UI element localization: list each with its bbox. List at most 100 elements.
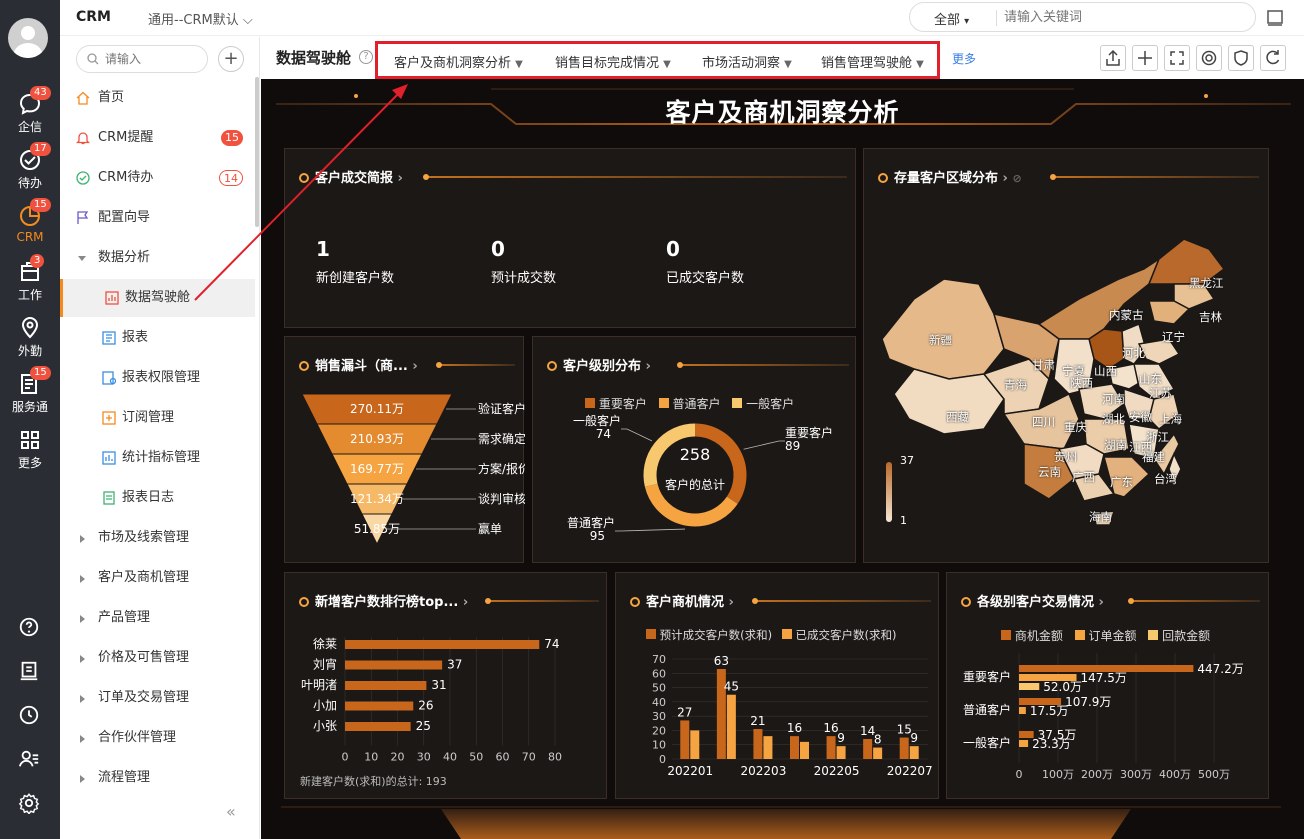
opportunity-bar-chart[interactable]: 0102030405060702763452116 169148159202201…	[616, 573, 940, 800]
sidebar-group-data-analysis[interactable]: 数据分析	[60, 239, 255, 277]
trade-x-tick: 400万	[1159, 768, 1191, 781]
notes-icon[interactable]	[18, 660, 40, 682]
ranking-bar	[345, 722, 411, 731]
rail-item-field[interactable]: 外勤	[0, 316, 60, 359]
sidebar-item-report-log[interactable]: 报表日志	[60, 479, 255, 517]
refresh-button[interactable]	[1260, 45, 1286, 71]
opportunity-y-tick: 50	[652, 682, 666, 695]
map-scale-bar[interactable]	[886, 462, 892, 522]
rail-item-todo[interactable]: 17 待办	[0, 142, 60, 191]
tab-marketing-activity[interactable]: 市场活动洞察 ▼	[702, 52, 792, 71]
window-icon[interactable]	[1266, 9, 1284, 27]
sidebar-group-process[interactable]: 流程管理	[60, 759, 255, 797]
search-scope-dropdown[interactable]: 全部 ▾	[934, 9, 969, 28]
map-region-label: 甘肃	[1032, 358, 1055, 372]
clock-icon[interactable]	[18, 704, 40, 726]
help-icon[interactable]	[18, 616, 40, 638]
trade-value-label: 107.9万	[1065, 695, 1111, 709]
rail-item-crm[interactable]: 15 CRM	[0, 198, 60, 244]
ranking-bar-chart[interactable]: 0 10 20 30 40 50 60 70 80 徐莱 74 刘宵 37 叶明渚 31 小加 26 小张 25	[285, 573, 608, 800]
view-label: 通用--CRM默认	[148, 13, 239, 28]
sidebar-item-crm-todo[interactable]: CRM待办 14	[60, 159, 255, 197]
panel-new-customer-ranking: 新增客户数排行榜top... › 0 10 20 30 40 50 60 70 80 徐莱 74 刘宵…	[284, 572, 607, 799]
sidebar-group-product[interactable]: 产品管理	[60, 599, 255, 637]
china-map[interactable]	[874, 229, 1264, 529]
ranking-x-tick: 0	[342, 751, 349, 764]
panel-sales-funnel: 销售漏斗（商... › 270.11万 验证客户 210.93万 需求确定 169.77…	[284, 336, 525, 564]
map-scale-min: 1	[900, 514, 907, 527]
sidebar-item-label: 产品管理	[98, 610, 151, 625]
sidebar-item-label: CRM待办	[98, 170, 154, 185]
global-search-input[interactable]	[1004, 7, 1244, 27]
rail-item-service[interactable]: 15 服务通	[0, 366, 60, 415]
add-widget-button[interactable]	[1132, 45, 1158, 71]
tab-sales-target[interactable]: 销售目标完成情况 ▼	[555, 52, 671, 71]
sidebar-item-label: 价格及可售管理	[98, 650, 190, 665]
tab-sales-management[interactable]: 销售管理驾驶舱 ▼	[821, 52, 924, 71]
page-title: 数据驾驶舱	[276, 49, 352, 67]
opportunity-bar	[909, 746, 919, 759]
view-selector[interactable]: 通用--CRM默认 ⌵	[148, 9, 253, 28]
opportunity-data-label: 45	[724, 680, 739, 694]
opportunity-data-label: 8	[874, 733, 882, 747]
permission-button[interactable]	[1228, 45, 1254, 71]
sidebar-group-marketing[interactable]: 市场及线索管理	[60, 519, 255, 557]
opportunity-y-tick: 0	[659, 753, 666, 766]
sidebar-item-label: 数据驾驶舱	[125, 290, 191, 305]
donut-slice-value: 89	[785, 439, 800, 453]
funnel-stage-label: 需求确定	[478, 431, 525, 446]
tab-label: 客户及商机洞察分析	[394, 56, 512, 71]
count-badge: 14	[219, 170, 243, 186]
rail-item-more[interactable]: 更多	[0, 428, 60, 471]
gear-icon	[1201, 50, 1217, 66]
sidebar-item-home[interactable]: 首页	[60, 79, 255, 117]
funnel-chart[interactable]: 270.11万 验证客户 210.93万 需求确定 169.77万 方案/报价 121.34…	[285, 337, 525, 564]
plus-icon	[1138, 51, 1152, 65]
map-region-label: 贵州	[1054, 450, 1077, 464]
ranking-category-label: 小张	[313, 719, 337, 733]
location-icon	[21, 317, 39, 339]
fullscreen-button[interactable]	[1164, 45, 1190, 71]
tab-label: 市场活动洞察	[702, 56, 781, 71]
caret-right-icon	[80, 775, 85, 783]
map-region-label: 安徽	[1129, 410, 1152, 424]
sidebar-item-metrics[interactable]: 统计指标管理	[60, 439, 255, 477]
opportunity-bar	[899, 737, 909, 759]
sidebar-item-report[interactable]: 报表	[60, 319, 255, 357]
sidebar-item-dashboard[interactable]: 数据驾驶舱	[60, 279, 255, 317]
subscribe-icon	[102, 411, 116, 425]
settings-button[interactable]	[1196, 45, 1222, 71]
avatar[interactable]	[8, 18, 48, 58]
sidebar-group-pricing[interactable]: 价格及可售管理	[60, 639, 255, 677]
sidebar-scrollbar[interactable]	[255, 77, 259, 227]
collapse-sidebar-button[interactable]: «	[226, 802, 236, 821]
sidebar-item-subscription[interactable]: 订阅管理	[60, 399, 255, 437]
panel-title[interactable]: 客户成交简报 ›	[299, 167, 403, 186]
sidebar-item-config-guide[interactable]: 配置向导	[60, 199, 255, 237]
trade-bar-chart[interactable]: 0 100万 200万 300万 400万 500万 重要客户 447.2万 147.5万52.…	[947, 573, 1270, 800]
sidebar-group-orders[interactable]: 订单及交易管理	[60, 679, 255, 717]
app-rail: 43 企信 17 待办 15 CRM 3 工作 外勤 15 服务通 更多	[0, 0, 60, 839]
rail-item-chat[interactable]: 43 企信	[0, 86, 60, 135]
tab-customer-insight[interactable]: 客户及商机洞察分析 ▼	[394, 52, 523, 71]
ranking-x-tick: 30	[417, 751, 431, 764]
sidebar-group-customer[interactable]: 客户及商机管理	[60, 559, 255, 597]
help-icon[interactable]: ?	[359, 50, 373, 64]
rail-item-work[interactable]: 3 工作	[0, 254, 60, 303]
settings-gear-icon[interactable]	[18, 792, 40, 814]
opportunity-bar	[763, 736, 773, 759]
panel-customer-level: 客户级别分布 › 重要客户 普通客户 一般客户 重要客户 89 普通客户 95 一般客户…	[532, 336, 856, 563]
add-button[interactable]: +	[218, 46, 244, 72]
share-button[interactable]	[1100, 45, 1126, 71]
sidebar-item-report-permission[interactable]: 报表权限管理	[60, 359, 255, 397]
more-tabs-link[interactable]: 更多	[952, 50, 976, 67]
panel-title[interactable]: 存量客户区域分布 › ⊘	[878, 167, 1022, 186]
contacts-icon[interactable]	[18, 748, 40, 770]
ranking-x-tick: 10	[364, 751, 378, 764]
donut-leader	[621, 428, 653, 442]
sidebar-search-input[interactable]	[105, 50, 200, 68]
sidebar-item-crm-reminder[interactable]: CRM提醒 15	[60, 119, 255, 157]
sidebar-group-partner[interactable]: 合作伙伴管理	[60, 719, 255, 757]
map-region-label: 河北	[1122, 346, 1145, 360]
donut-total: 258	[679, 445, 711, 464]
